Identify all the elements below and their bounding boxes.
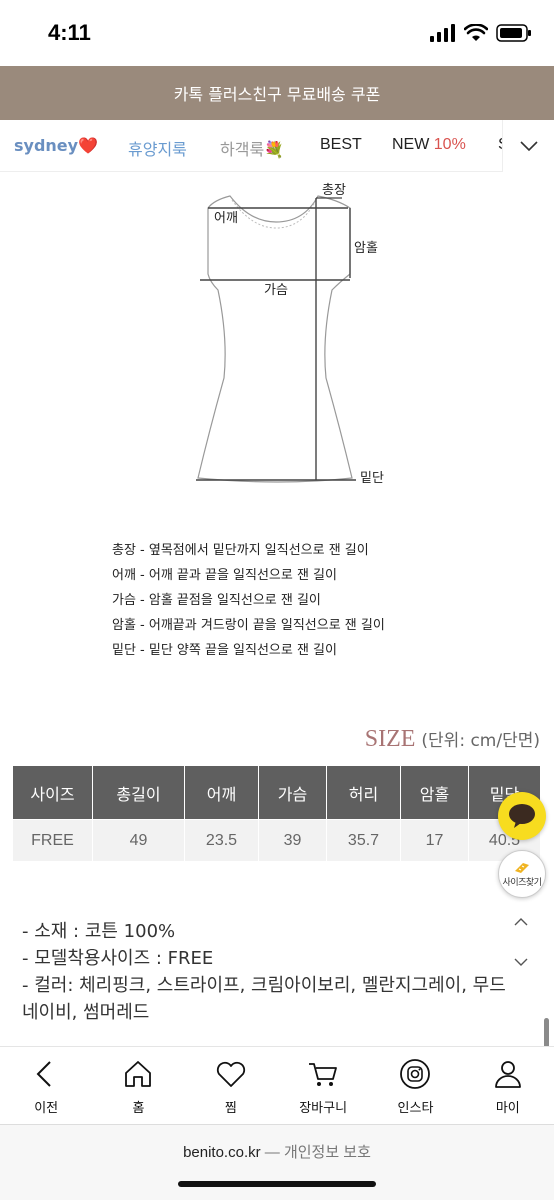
cart-icon: [309, 1063, 338, 1086]
measurement-notes: 총장 - 옆목점에서 밑단까지 일직선으로 잰 길이 어깨 - 어깨 끝과 끝을…: [112, 538, 385, 663]
dress-outline: [197, 195, 353, 483]
category-new[interactable]: NEW 10%: [392, 136, 466, 154]
detail-colors: - 컬러: 체리핑크, 스트라이프, 크림아이보리, 멜란지그레이, 무드네이비…: [22, 975, 506, 1023]
nav-wishlist-label: 찜: [224, 1101, 237, 1116]
label-armhole: 암홀: [354, 241, 378, 256]
cell-waist: 35.7: [326, 819, 401, 862]
promo-banner[interactable]: 카톡 플러스친구 무료배송 쿠폰: [0, 66, 554, 120]
status-icons: [430, 24, 532, 42]
cell-total-length: 49: [92, 819, 185, 862]
measurement-diagram: 총장 어깨 암홀 가슴 밑단: [196, 183, 384, 486]
note-chest: 가슴 - 암홀 끝점을 일직선으로 잰 길이: [112, 593, 321, 608]
category-new-label: NEW: [392, 136, 430, 153]
note-total-length: 총장 - 옆목점에서 밑단까지 일직선으로 잰 길이: [112, 543, 369, 558]
user-icon: [494, 1061, 521, 1088]
label-chest: 가슴: [264, 283, 288, 298]
category-guest-look[interactable]: 하객룩💐: [220, 136, 284, 160]
heart-icon: [216, 1061, 245, 1087]
nav-back-label: 이전: [34, 1101, 59, 1116]
nav-instagram[interactable]: 인스타: [369, 1047, 461, 1124]
nav-instagram-label: 인스타: [397, 1101, 434, 1116]
header-armhole: 암홀: [400, 765, 469, 820]
cell-shoulder: 23.5: [184, 819, 259, 862]
wifi-icon: [464, 24, 488, 41]
address-domain: benito.co.kr: [183, 1144, 261, 1161]
header-waist: 허리: [326, 765, 401, 820]
chevron-down-icon: [519, 141, 538, 152]
page: 4:11 카톡 플러스친구 무료배송 쿠폰 sydney❤️ 휴양지룩 하객룩💐…: [0, 0, 554, 1200]
size-table-header: 사이즈 총길이 어깨 가슴 허리 암홀 밑단: [12, 765, 541, 820]
label-shoulder: 어깨: [214, 211, 238, 226]
category-sydney-label: sydney: [14, 136, 79, 155]
product-details: - 소재 : 코튼 100% - 모델착용사이즈 : FREE - 컬러: 체리…: [22, 918, 522, 1026]
header-shoulder: 어깨: [184, 765, 259, 820]
size-table: 사이즈 총길이 어깨 가슴 허리 암홀 밑단 FREE 49 23.5 39 3…: [12, 765, 541, 862]
instagram-icon: [400, 1059, 431, 1089]
note-hem: 밑단 - 밑단 양쪽 끝을 일직선으로 잰 길이: [112, 643, 337, 658]
category-new-percent: 10%: [433, 136, 466, 153]
category-expand-button[interactable]: [502, 120, 554, 172]
size-heading: SIZE (단위: cm/단면): [365, 726, 540, 753]
nav-home-label: 홈: [132, 1101, 145, 1116]
nav-wishlist[interactable]: 찜: [185, 1047, 277, 1124]
size-unit: (단위: cm/단면): [421, 731, 540, 751]
nav-cart-label: 장바구니: [299, 1101, 348, 1116]
header-size: 사이즈: [12, 765, 93, 820]
header-total-length: 총길이: [92, 765, 185, 820]
detail-model-size: - 모델착용사이즈 : FREE: [22, 948, 214, 969]
home-icon: [125, 1061, 152, 1087]
category-best[interactable]: BEST: [320, 136, 362, 154]
size-title: SIZE: [364, 726, 416, 752]
ruler-icon: [515, 862, 529, 873]
signal-icon: [430, 24, 455, 42]
back-icon: [36, 1061, 51, 1087]
note-shoulder: 어깨 - 어깨 끝과 끝을 일직선으로 잰 길이: [112, 568, 337, 583]
promo-banner-text: 카톡 플러스친구 무료배송 쿠폰: [173, 85, 381, 104]
table-row: FREE 49 23.5 39 35.7 17 40.5: [12, 819, 541, 862]
cell-size: FREE: [12, 819, 93, 862]
heart-emoji: ❤️: [78, 136, 98, 155]
header-chest: 가슴: [258, 765, 327, 820]
size-finder-button[interactable]: 사이즈찾기: [498, 850, 546, 898]
status-bar: 4:11: [0, 0, 554, 66]
status-time: 4:11: [48, 20, 91, 45]
address-text: benito.co.kr — 개인정보 보호: [0, 1141, 554, 1162]
category-vacation-look[interactable]: 휴양지룩: [128, 136, 187, 160]
cell-armhole: 17: [400, 819, 469, 862]
address-privacy: — 개인정보 보호: [260, 1144, 371, 1161]
nav-my[interactable]: 마이: [462, 1047, 554, 1124]
nav-back[interactable]: 이전: [0, 1047, 92, 1124]
nav-my-label: 마이: [495, 1101, 520, 1116]
cell-chest: 39: [258, 819, 327, 862]
bottom-nav: 이전 홈 찜 장바구니 인스타 마이: [0, 1046, 554, 1124]
nav-home[interactable]: 홈: [92, 1047, 184, 1124]
label-total-length: 총장: [322, 183, 346, 198]
category-sydney[interactable]: sydney❤️: [14, 136, 98, 155]
label-hem: 밑단: [360, 471, 384, 486]
kakao-chat-button[interactable]: [498, 792, 546, 840]
detail-material: - 소재 : 코튼 100%: [22, 921, 176, 942]
note-armhole: 암홀 - 어깨끝과 겨드랑이 끝을 일직선으로 잰 길이: [112, 618, 385, 633]
browser-address-bar[interactable]: benito.co.kr — 개인정보 보호: [0, 1124, 554, 1200]
battery-icon: [496, 24, 531, 42]
nav-cart[interactable]: 장바구니: [277, 1047, 369, 1124]
category-nav: sydney❤️ 휴양지룩 하객룩💐 BEST NEW 10% S: [0, 120, 554, 172]
size-finder-label: 사이즈찾기: [502, 877, 542, 888]
chat-bubble-icon: [509, 804, 535, 828]
home-indicator[interactable]: [178, 1181, 376, 1187]
